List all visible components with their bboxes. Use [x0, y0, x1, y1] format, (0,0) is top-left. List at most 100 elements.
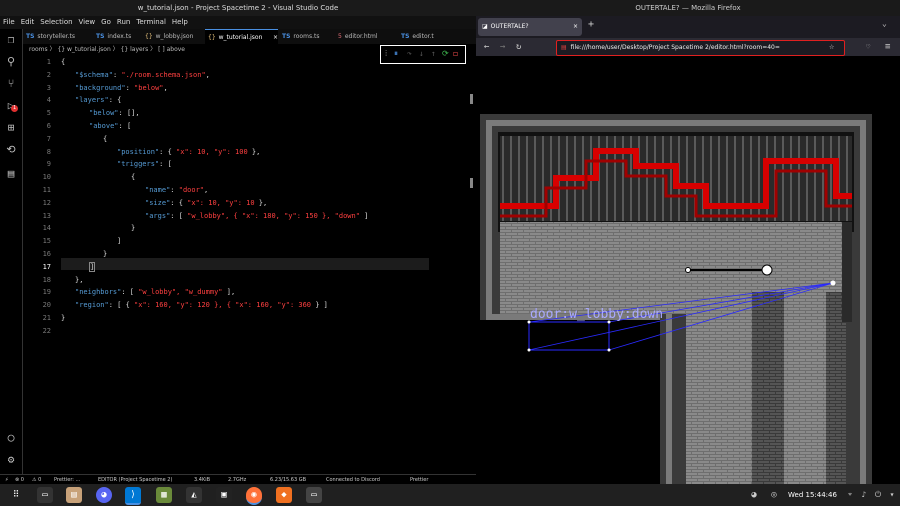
inkscape-icon[interactable]: ◆ [276, 487, 292, 503]
code-token: { [61, 58, 66, 66]
code-token: }, [247, 147, 261, 156]
discord-icon[interactable]: ◕ [96, 487, 112, 503]
code-token: "neighbors" [75, 288, 122, 297]
stat-memory: 3.4KiB [194, 477, 211, 483]
error-count[interactable]: ⊗ 0 [15, 476, 24, 484]
prettier-status-left[interactable]: Prettier: ... [54, 476, 80, 484]
tabs-panel-icon[interactable]: ▤ [4, 167, 18, 181]
source-control-icon[interactable]: ⑂ [4, 77, 18, 91]
code-token: { [131, 173, 136, 182]
code-token: , [205, 70, 210, 79]
code-token: "w_lobby", { "x": 180, "y": 150 }, "down… [187, 211, 360, 220]
code-token: "name" [145, 186, 171, 194]
line-number: 22 [42, 326, 51, 335]
tab-index[interactable]: TS index.ts [93, 29, 144, 44]
tab-storyteller[interactable]: TS storyteller.ts [23, 29, 92, 44]
code-line: } [103, 250, 107, 258]
search-icon[interactable]: ⚲ [4, 55, 18, 69]
tab-w-tutorial[interactable]: {} w_tutorial.json × [205, 29, 278, 45]
extensions-icon[interactable]: ⊞ [4, 121, 18, 135]
menu-selection[interactable]: Selection [37, 16, 75, 29]
game-room-render[interactable]: door:w_lobby:down [476, 56, 900, 484]
twitch-icon[interactable]: ▣ [216, 487, 232, 503]
remote-indicator[interactable]: ⚡ [5, 476, 9, 484]
discord-tray-icon[interactable]: ◕ [746, 487, 762, 503]
menu-file[interactable]: File [0, 16, 18, 29]
debug-badge: 1 [11, 105, 18, 112]
tab-list-icon[interactable]: ⌄ [882, 19, 887, 28]
line-number: 5 [46, 109, 51, 118]
code-editor[interactable]: 1 {2 "$schema": "./room.schema.json", 3 "bac… [23, 56, 476, 474]
tab-label: rooms.ts [293, 33, 320, 40]
code-token: "below" [134, 83, 164, 92]
line-number: 18 [42, 275, 51, 284]
menu-help[interactable]: Help [169, 16, 191, 29]
code-token: { [103, 134, 108, 143]
forward-icon[interactable]: → [500, 40, 505, 54]
gizmo-end [761, 264, 773, 276]
code-token: }, [254, 198, 268, 207]
prettier-status[interactable]: Prettier [410, 476, 428, 484]
discord-status[interactable]: Connected to Discord [326, 476, 380, 484]
menu-view[interactable]: View [76, 16, 99, 29]
scrollbar-marker[interactable] [470, 94, 473, 104]
code-line: "args": [ "w_lobby", { "x": 180, "y": 15… [145, 212, 368, 220]
tab-editor-ts[interactable]: TS editor.t [398, 29, 443, 44]
line-number: 3 [46, 83, 51, 92]
tab-rooms[interactable]: TS rooms.ts [279, 29, 332, 44]
steam-tray-icon[interactable]: ◎ [766, 487, 782, 503]
code-line: "$schema": "./room.schema.json", [75, 71, 210, 79]
tab-editor-html[interactable]: 5 editor.html [335, 29, 396, 44]
code-line: "size": { "x": 10, "y": 10 }, [145, 199, 267, 207]
code-line: { [131, 173, 135, 181]
scrollbar-marker[interactable] [470, 178, 473, 188]
vscode-menubar: File Edit Selection View Go Run Terminal Help [0, 16, 476, 29]
code-line: } [61, 314, 65, 322]
url-bar[interactable]: ▤ file:///home/user/Desktop/Project Space… [556, 40, 845, 56]
code-line: "name": "door", [145, 186, 208, 194]
new-tab-icon[interactable]: + [588, 19, 594, 30]
screen-recorder-icon[interactable]: ▭ [306, 487, 322, 503]
close-tab-icon[interactable]: × [273, 30, 278, 45]
minecraft-icon[interactable]: ▦ [156, 487, 172, 503]
code-line: }, [75, 276, 83, 284]
session-label[interactable]: EDITOR (Project Spacetime 2) [98, 476, 172, 484]
line-number: 12 [42, 198, 51, 207]
code-token: ], [222, 288, 236, 297]
line-number: 7 [46, 134, 51, 143]
remote-icon[interactable]: ⟲ [4, 143, 18, 157]
unity-icon[interactable]: ◭ [186, 487, 202, 503]
code-line: "background": "below", [75, 84, 168, 92]
account-icon[interactable]: ◯ [4, 431, 18, 445]
code-token: : [], [118, 109, 140, 118]
menu-edit[interactable]: Edit [18, 16, 38, 29]
bookmark-star-icon[interactable]: ☆ [829, 40, 834, 54]
apps-grid-icon[interactable]: ⠿ [8, 487, 24, 503]
menu-go[interactable]: Go [98, 16, 114, 29]
tray-menu-icon[interactable]: ▾ [884, 487, 900, 503]
vscode-icon[interactable]: ⟩ [125, 487, 141, 505]
files-icon[interactable]: ▤ [66, 487, 82, 503]
run-debug-icon[interactable]: ▷1 [4, 99, 18, 113]
back-icon[interactable]: ← [484, 40, 489, 54]
activity-bar: ❐ ⚲ ⑂ ▷1 ⊞ ⟲ ▤ ◯ ⚙ [0, 29, 23, 474]
pocket-icon[interactable]: ♡ [866, 40, 870, 54]
menu-icon[interactable]: ≡ [885, 40, 890, 54]
clock[interactable]: Wed 15:44:46 [788, 484, 837, 506]
tab-w-lobby[interactable]: {} w_lobby.json [142, 29, 205, 44]
explorer-icon[interactable]: ❐ [4, 33, 18, 47]
firefox-tab[interactable]: ◪ OUTERTALE? × [478, 18, 582, 36]
reload-icon[interactable]: ↻ [516, 40, 521, 54]
favicon-icon: ◪ [482, 23, 488, 30]
warning-count[interactable]: ⚠ 0 [32, 476, 41, 484]
settings-gear-icon[interactable]: ⚙ [4, 453, 18, 467]
menu-terminal[interactable]: Terminal [133, 16, 169, 29]
firefox-icon[interactable]: ◉ [246, 487, 262, 505]
terminal-icon[interactable]: ▭ [37, 487, 53, 503]
close-tab-icon[interactable]: × [573, 18, 578, 36]
line-number: 1 [46, 58, 51, 66]
menu-run[interactable]: Run [114, 16, 133, 29]
trigger-label: door:w_lobby:down [530, 307, 663, 322]
code-line: "below": [], [89, 109, 140, 117]
json-icon: {} [208, 34, 216, 41]
